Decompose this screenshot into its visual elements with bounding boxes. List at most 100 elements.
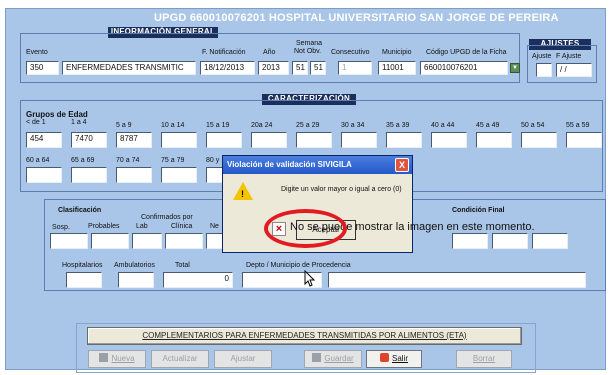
confirmados-label: Confirmados por xyxy=(141,214,193,221)
evento-label: Evento xyxy=(26,49,48,56)
consecutivo-label: Consecutivo xyxy=(331,49,370,56)
age-label: 50 a 54 xyxy=(521,122,545,129)
clinica-label: Clínica xyxy=(171,223,193,230)
borrar-label: Borrar xyxy=(472,354,496,363)
probables-label: Probables xyxy=(88,223,120,230)
f-ajuste-label: F Ajuste xyxy=(556,53,582,60)
guardar-button[interactable]: Guardar xyxy=(304,350,362,368)
nueva-button[interactable]: Nueva xyxy=(88,350,146,368)
actualizar-button[interactable]: Actualizar xyxy=(151,350,209,368)
age-label: 25 a 29 xyxy=(296,122,320,129)
age-label: 40 a 44 xyxy=(431,122,455,129)
ambulatorios-field[interactable] xyxy=(118,272,154,288)
age-field[interactable]: 454 xyxy=(26,132,62,148)
age-label: 55 a 59 xyxy=(566,122,590,129)
total-field[interactable]: 0 xyxy=(163,272,233,288)
age-label: 45 a 49 xyxy=(476,122,500,129)
semana-a-field[interactable]: 51 xyxy=(292,61,308,75)
new-icon xyxy=(99,353,109,362)
age-field[interactable] xyxy=(341,132,377,148)
age-label: 80 y xyxy=(206,157,220,164)
age-field[interactable] xyxy=(71,167,107,183)
sosp-field[interactable] xyxy=(50,233,88,249)
f-ajuste-field[interactable]: / / xyxy=(556,63,592,77)
total-label: Total xyxy=(175,262,190,269)
age-field[interactable] xyxy=(206,132,242,148)
age-field[interactable] xyxy=(521,132,557,148)
age-field[interactable]: 7470 xyxy=(71,132,107,148)
borrar-button[interactable]: Borrar xyxy=(456,350,512,368)
codigo-dropdown-button[interactable]: ▼ xyxy=(510,63,520,73)
age-label: 20a 24 xyxy=(251,122,273,129)
clinica-field[interactable] xyxy=(165,233,203,249)
ajustar-label: Ajustar xyxy=(230,354,256,363)
municipio-procedencia-field[interactable] xyxy=(328,272,586,288)
highlight-ellipse xyxy=(264,209,347,248)
age-label: 30 a 34 xyxy=(341,122,365,129)
f-notificacion-label: F. Notificación xyxy=(202,49,246,56)
salir-button[interactable]: Salir xyxy=(366,350,422,368)
info-general-panel xyxy=(20,33,520,83)
complementarios-eta-button[interactable]: COMPLEMENTARIOS PARA ENFERMEDADES TRANSM… xyxy=(87,327,522,345)
codigo-upgd-field[interactable]: 660010076201 xyxy=(420,61,508,75)
semana-b-field[interactable]: 51 xyxy=(310,61,326,75)
exit-icon xyxy=(379,353,389,362)
age-field[interactable] xyxy=(116,167,152,183)
age-field[interactable]: 8787 xyxy=(116,132,152,148)
anio-field[interactable]: 2013 xyxy=(258,61,289,75)
age-field[interactable] xyxy=(251,132,287,148)
municipio-field[interactable]: 11001 xyxy=(378,61,416,75)
age-field[interactable] xyxy=(296,132,332,148)
dialog-message: Digite un valor mayor o igual a cero (0) xyxy=(281,186,402,193)
age-label: < de 1 xyxy=(26,119,46,126)
depto-municipio-label: Depto / Municipio de Procedencia xyxy=(246,262,351,269)
codigo-upgd-label: Código UPGD de la Ficha xyxy=(426,49,507,56)
hospitalarios-field[interactable] xyxy=(66,272,102,288)
age-label: 10 a 14 xyxy=(161,122,185,129)
consecutivo-field[interactable]: 1 xyxy=(338,61,372,75)
anio-label: Año xyxy=(263,49,276,56)
age-field[interactable] xyxy=(566,132,602,148)
chevron-down-icon: ▼ xyxy=(512,65,518,71)
age-label: 60 a 64 xyxy=(26,157,50,164)
evento-name-field[interactable]: ENFERMEDADES TRANSMITIC xyxy=(62,61,196,75)
age-field[interactable] xyxy=(431,132,467,148)
age-label: 70 a 74 xyxy=(116,157,140,164)
evento-code-field[interactable]: 350 xyxy=(26,61,59,75)
age-field[interactable] xyxy=(161,132,197,148)
dialog-title: Violación de validación SIVIGILA xyxy=(223,156,412,174)
window-title: UPGD 660010076201 HOSPITAL UNIVERSITARIO… xyxy=(154,12,559,24)
age-label: 35 a 39 xyxy=(386,122,410,129)
age-label: 1 a 4 xyxy=(71,119,87,126)
age-field[interactable] xyxy=(476,132,512,148)
mouse-cursor-icon xyxy=(304,270,316,287)
ajustar-button[interactable]: Ajustar xyxy=(214,350,272,368)
close-icon[interactable]: X xyxy=(395,158,409,172)
ne-label: Ne xyxy=(210,223,219,230)
age-label: 15 a 19 xyxy=(206,122,230,129)
age-field[interactable] xyxy=(26,167,62,183)
semana-sub-label: Not Obv. xyxy=(294,48,322,55)
grupos-edad-title: Grupos de Edad xyxy=(26,110,88,119)
salir-label: Salir xyxy=(391,354,408,363)
lab-label: Lab xyxy=(136,223,148,230)
save-icon xyxy=(312,353,322,362)
age-label: 65 a 69 xyxy=(71,157,95,164)
age-field[interactable] xyxy=(386,132,422,148)
probables-field[interactable] xyxy=(91,233,129,249)
ajuste-field[interactable] xyxy=(536,63,552,77)
municipio-label: Municipio xyxy=(382,49,412,56)
nueva-label: Nueva xyxy=(111,354,135,363)
warning-exclamation: ! xyxy=(241,189,244,199)
condicion-final-title: Condición Final xyxy=(452,207,505,214)
hospitalarios-label: Hospitalarios xyxy=(62,262,103,269)
age-label: 75 a 79 xyxy=(161,157,185,164)
lab-field[interactable] xyxy=(132,233,162,249)
age-field[interactable] xyxy=(161,167,197,183)
actualizar-label: Actualizar xyxy=(162,354,198,363)
f-notificacion-field[interactable]: 18/12/2013 xyxy=(200,61,255,75)
guardar-label: Guardar xyxy=(324,354,354,363)
sosp-label: Sosp. xyxy=(52,224,70,231)
ambulatorios-label: Ambulatorios xyxy=(114,262,155,269)
age-label: 5 a 9 xyxy=(116,122,132,129)
